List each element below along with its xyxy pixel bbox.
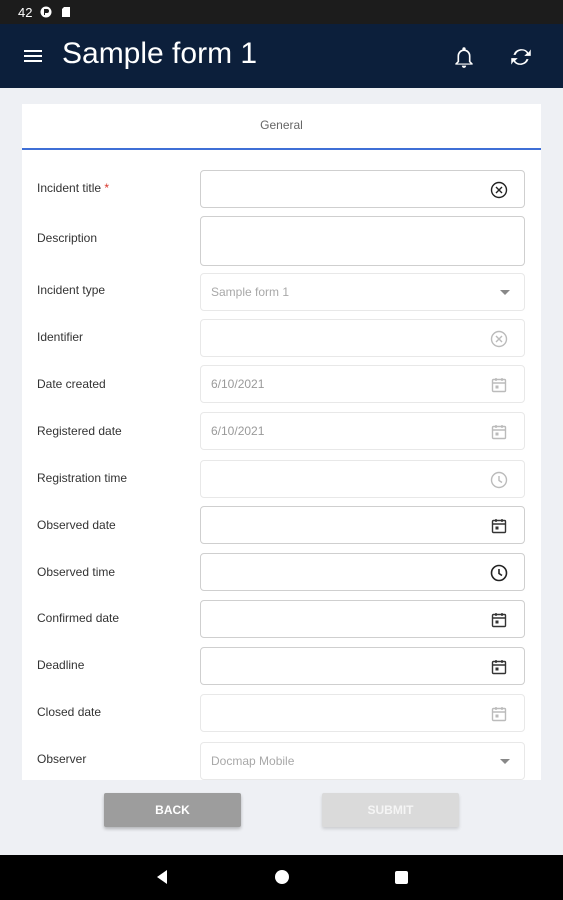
- confirmed-date-label: Confirmed date: [37, 611, 120, 625]
- status-bar: 42: [0, 0, 563, 24]
- description-label: Description: [37, 231, 98, 245]
- clear-icon[interactable]: [490, 181, 508, 199]
- tab-general[interactable]: General: [22, 104, 541, 150]
- nav-recents-icon[interactable]: [395, 871, 408, 884]
- incident-title-label: Incident title *: [37, 181, 110, 195]
- form-card: General Incident title * Description Inc…: [22, 104, 541, 780]
- calendar-icon: [491, 707, 507, 722]
- dropdown-caret-icon: [500, 290, 510, 295]
- clear-icon: [490, 330, 508, 348]
- registration-time-field[interactable]: [200, 460, 525, 498]
- submit-button[interactable]: SUBMIT: [322, 793, 459, 827]
- observed-time-label: Observed time: [37, 565, 116, 579]
- back-button[interactable]: BACK: [104, 793, 241, 827]
- identifier-label: Identifier: [37, 330, 84, 344]
- observed-time-field[interactable]: [200, 553, 525, 591]
- app-notification-icon: [40, 6, 52, 18]
- clock-icon: [490, 471, 508, 489]
- page-title: Sample form 1: [62, 37, 258, 70]
- nav-home-icon[interactable]: [275, 870, 289, 884]
- identifier-field[interactable]: [200, 319, 525, 357]
- observer-select[interactable]: Docmap Mobile: [200, 742, 525, 780]
- confirmed-date-field[interactable]: [200, 600, 525, 638]
- registered-date-label: Registered date: [37, 424, 122, 438]
- registered-date-field[interactable]: 6/10/2021: [200, 412, 525, 450]
- date-created-field[interactable]: 6/10/2021: [200, 365, 525, 403]
- observed-date-field[interactable]: [200, 506, 525, 544]
- dropdown-caret-icon: [500, 759, 510, 764]
- calendar-icon[interactable]: [490, 517, 508, 535]
- system-navigation-bar: [0, 855, 563, 900]
- deadline-field[interactable]: [200, 647, 525, 685]
- deadline-label: Deadline: [37, 658, 85, 672]
- sd-card-icon: [62, 7, 71, 17]
- status-time: 42: [18, 4, 33, 20]
- calendar-icon[interactable]: [490, 611, 508, 629]
- notification-bell-icon[interactable]: [451, 44, 477, 70]
- refresh-icon[interactable]: [508, 44, 534, 70]
- app-bar: Sample form 1: [0, 24, 563, 88]
- incident-type-label: Incident type: [37, 283, 106, 297]
- incident-title-field[interactable]: [200, 170, 525, 208]
- incident-type-select[interactable]: Sample form 1: [200, 273, 525, 311]
- nav-back-icon[interactable]: [154, 869, 170, 885]
- clock-icon[interactable]: [490, 564, 508, 582]
- registration-time-label: Registration time: [37, 471, 128, 485]
- menu-icon[interactable]: [24, 46, 44, 66]
- observed-date-label: Observed date: [37, 518, 116, 532]
- required-mark: *: [104, 181, 110, 195]
- closed-date-label: Closed date: [37, 705, 102, 719]
- calendar-icon[interactable]: [490, 658, 508, 676]
- calendar-icon: [491, 378, 507, 393]
- closed-date-field[interactable]: [200, 694, 525, 732]
- observer-label: Observer: [37, 752, 87, 766]
- calendar-icon: [491, 425, 507, 440]
- date-created-label: Date created: [37, 377, 106, 391]
- description-field[interactable]: [200, 216, 525, 266]
